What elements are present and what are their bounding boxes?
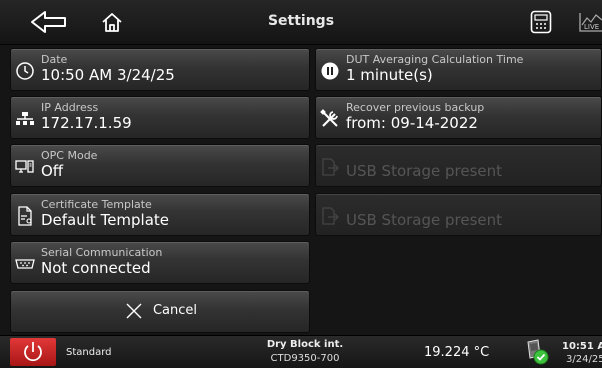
cancel-label: Cancel (152, 303, 198, 318)
serial-port-icon (15, 259, 35, 269)
date-setting-button[interactable]: Date 10:50 AM 3/24/25 (10, 48, 310, 91)
tools-icon (320, 109, 338, 127)
live-label: LIVE (584, 23, 599, 31)
opc-mode-button[interactable]: OPC Mode Off (10, 144, 310, 187)
usb-export-value-1: USB Storage present (346, 162, 503, 180)
certificate-template-label: Certificate Template (41, 198, 152, 211)
ip-address-label: IP Address (41, 101, 99, 114)
export-icon (322, 158, 339, 176)
pause-circle-icon (321, 62, 339, 80)
device-name: Dry Block int. (266, 339, 344, 350)
dut-averaging-value: 1 minute(s) (346, 66, 433, 84)
date-label: Date (41, 53, 68, 66)
recover-backup-label: Recover previous backup (346, 101, 485, 114)
serial-communication-value: Not connected (41, 259, 151, 277)
power-icon (24, 342, 42, 362)
serial-communication-button[interactable]: Serial Communication Not connected (10, 241, 310, 284)
recover-backup-value: from: 09-14-2022 (346, 114, 478, 132)
power-button[interactable] (10, 338, 56, 366)
status-bar: Standard Dry Block int. CTD9350-700 19.2… (0, 335, 602, 368)
dut-averaging-label: DUT Averaging Calculation Time (346, 53, 524, 66)
recover-backup-button[interactable]: Recover previous backup from: 09-14-2022 (315, 96, 602, 139)
opc-mode-label: OPC Mode (41, 149, 98, 162)
cancel-button[interactable]: Cancel (10, 290, 310, 333)
usb-status-icon[interactable] (522, 338, 550, 366)
page-title: Settings (267, 13, 335, 29)
ip-address-value: 172.17.1.59 (41, 114, 132, 132)
certificate-template-value: Default Template (41, 211, 170, 229)
clock-icon (16, 62, 34, 80)
serial-communication-label: Serial Communication (41, 246, 163, 259)
temperature-readout: 19.224 °C (424, 345, 490, 360)
opc-mode-value: Off (41, 162, 64, 180)
certificate-document-icon (18, 206, 32, 226)
top-bar: Settings LIVE (0, 0, 602, 45)
mode-label: Standard (66, 347, 112, 358)
usb-export-button-2: USB Storage present (315, 193, 602, 236)
network-icon (16, 112, 34, 125)
dut-averaging-button[interactable]: DUT Averaging Calculation Time 1 minute(… (315, 48, 602, 91)
calculator-icon[interactable] (530, 10, 552, 34)
certificate-template-button[interactable]: Certificate Template Default Template (10, 193, 310, 236)
export-icon (322, 207, 339, 225)
usb-export-button-1: USB Storage present (315, 144, 602, 187)
opc-computer-icon (15, 160, 34, 173)
status-time: 10:51 AM (562, 341, 602, 352)
status-date: 3/24/25 (566, 354, 602, 365)
live-chart-icon[interactable]: LIVE (578, 11, 602, 33)
device-model: CTD9350-700 (270, 353, 340, 364)
usb-export-value-2: USB Storage present (346, 211, 503, 229)
ip-address-button[interactable]: IP Address 172.17.1.59 (10, 96, 310, 139)
date-value: 10:50 AM 3/24/25 (41, 66, 175, 84)
